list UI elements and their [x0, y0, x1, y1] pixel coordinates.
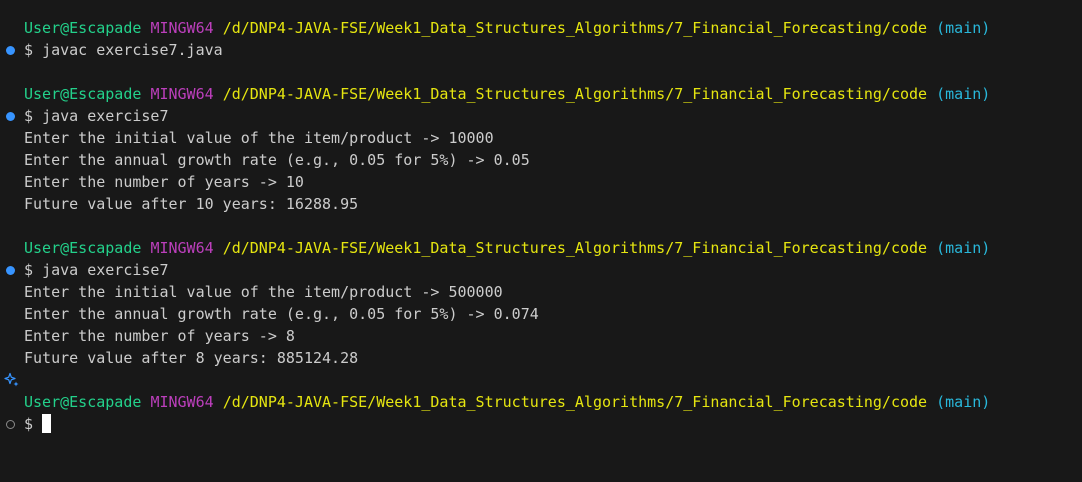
command-line: $ javac exercise7.java — [0, 39, 1082, 61]
prompt-user-host: User@Escapade — [24, 239, 142, 257]
prompt-line: User@Escapade MINGW64 /d/DNP4-JAVA-FSE/W… — [0, 391, 1082, 413]
command-line: $ java exercise7 — [0, 105, 1082, 127]
prompt-line: User@Escapade MINGW64 /d/DNP4-JAVA-FSE/W… — [0, 83, 1082, 105]
prompt-env: MINGW64 — [150, 19, 214, 37]
command-success-decoration-icon[interactable] — [6, 46, 15, 55]
prompt-symbol: $ — [24, 415, 34, 433]
prompt-branch: (main) — [936, 393, 991, 411]
prompt-line: User@Escapade MINGW64 /d/DNP4-JAVA-FSE/W… — [0, 17, 1082, 39]
prompt-env: MINGW64 — [150, 85, 214, 103]
command-text: java exercise7 — [42, 107, 169, 125]
prompt-env: MINGW64 — [150, 239, 214, 257]
prompt-symbol: $ — [24, 107, 34, 125]
prompt-path: /d/DNP4-JAVA-FSE/Week1_Data_Structures_A… — [222, 239, 928, 257]
output-line: Enter the annual growth rate (e.g., 0.05… — [24, 305, 539, 323]
prompt-branch: (main) — [936, 239, 991, 257]
output-line: Enter the number of years -> 10 — [24, 173, 304, 191]
prompt-user-host: User@Escapade — [24, 85, 142, 103]
sparkle-icon[interactable] — [4, 372, 20, 388]
command-line: $ java exercise7 — [0, 259, 1082, 281]
output-line: Enter the initial value of the item/prod… — [24, 283, 503, 301]
output-line: Enter the initial value of the item/prod… — [24, 129, 494, 147]
prompt-path: /d/DNP4-JAVA-FSE/Week1_Data_Structures_A… — [222, 19, 928, 37]
command-success-decoration-icon[interactable] — [6, 112, 15, 121]
command-text: java exercise7 — [42, 261, 169, 279]
terminal-panel[interactable]: User@Escapade MINGW64 /d/DNP4-JAVA-FSE/W… — [0, 0, 1082, 482]
prompt-path: /d/DNP4-JAVA-FSE/Week1_Data_Structures_A… — [222, 85, 928, 103]
prompt-user-host: User@Escapade — [24, 393, 142, 411]
prompt-env: MINGW64 — [150, 393, 214, 411]
prompt-symbol: $ — [24, 261, 34, 279]
command-pending-decoration-icon[interactable] — [6, 420, 15, 429]
prompt-path: /d/DNP4-JAVA-FSE/Week1_Data_Structures_A… — [222, 393, 928, 411]
sparkle-line — [0, 369, 1082, 391]
prompt-branch: (main) — [936, 85, 991, 103]
output-line: Enter the annual growth rate (e.g., 0.05… — [24, 151, 530, 169]
prompt-symbol: $ — [24, 41, 34, 59]
prompt-user-host: User@Escapade — [24, 19, 142, 37]
terminal-cursor — [42, 414, 52, 433]
prompt-line: User@Escapade MINGW64 /d/DNP4-JAVA-FSE/W… — [0, 237, 1082, 259]
output-line: Enter the number of years -> 8 — [24, 327, 295, 345]
prompt-branch: (main) — [936, 19, 991, 37]
output-line: Future value after 8 years: 885124.28 — [24, 349, 359, 367]
active-command-line[interactable]: $ — [0, 413, 1082, 435]
command-text: javac exercise7.java — [42, 41, 223, 59]
output-line: Future value after 10 years: 16288.95 — [24, 195, 359, 213]
command-success-decoration-icon[interactable] — [6, 266, 15, 275]
